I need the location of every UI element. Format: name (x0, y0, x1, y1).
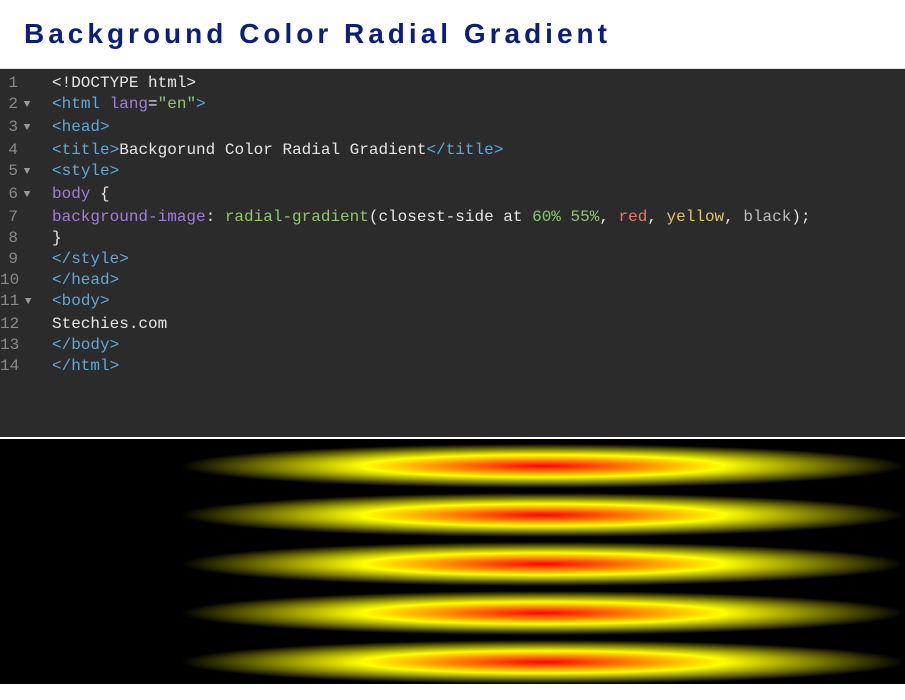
gradient-stripe (0, 488, 905, 537)
gradient-stripe (0, 537, 905, 586)
code-line: 4<title>Backgorund Color Radial Gradient… (0, 140, 905, 161)
code-content: <!DOCTYPE html> (40, 73, 196, 94)
fold-icon[interactable]: ▼ (22, 95, 32, 116)
code-editor: 1<!DOCTYPE html>2▼<html lang="en">3▼<hea… (0, 68, 905, 437)
line-number: 8 (0, 228, 40, 249)
line-number: 7 (0, 207, 40, 228)
code-content: <head> (40, 117, 110, 138)
fold-icon[interactable]: ▼ (22, 118, 32, 139)
code-content: } (40, 228, 62, 249)
gradient-stripe (0, 439, 905, 488)
line-number: 11▼ (0, 291, 40, 314)
code-line: 7background-image: radial-gradient(close… (0, 207, 905, 228)
code-line: 3▼<head> (0, 117, 905, 140)
line-number: 1 (0, 73, 40, 94)
code-line: 13</body> (0, 335, 905, 356)
code-line: 2▼<html lang="en"> (0, 94, 905, 117)
code-content: <body> (40, 291, 110, 312)
code-content: </style> (40, 249, 129, 270)
code-line: 11▼<body> (0, 291, 905, 314)
line-number: 14 (0, 356, 40, 377)
page-header: Background Color Radial Gradient (0, 0, 905, 68)
code-line: 8} (0, 228, 905, 249)
code-content: background-image: radial-gradient(closes… (40, 207, 811, 228)
code-line: 5▼<style> (0, 161, 905, 184)
line-number: 3▼ (0, 117, 40, 140)
fold-icon[interactable]: ▼ (22, 162, 32, 183)
fold-icon[interactable]: ▼ (22, 185, 32, 206)
code-line: 6▼body { (0, 184, 905, 207)
code-content: <style> (40, 161, 119, 182)
output-preview (0, 437, 905, 682)
code-content: <title>Backgorund Color Radial Gradient<… (40, 140, 503, 161)
gradient-stripe (0, 586, 905, 635)
code-line: 1<!DOCTYPE html> (0, 73, 905, 94)
fold-icon[interactable]: ▼ (23, 292, 33, 313)
code-content: </head> (40, 270, 119, 291)
line-number: 4 (0, 140, 40, 161)
code-line: 14</html> (0, 356, 905, 377)
code-line: 10</head> (0, 270, 905, 291)
line-number: 5▼ (0, 161, 40, 184)
line-number: 2▼ (0, 94, 40, 117)
line-number: 9 (0, 249, 40, 270)
code-content: </body> (40, 335, 119, 356)
line-number: 12 (0, 314, 40, 335)
code-content: body { (40, 184, 110, 205)
line-number: 13 (0, 335, 40, 356)
gradient-stripe (0, 635, 905, 684)
code-content: <html lang="en"> (40, 94, 206, 115)
line-number: 6▼ (0, 184, 40, 207)
code-line: 12Stechies.com (0, 314, 905, 335)
code-content: </html> (40, 356, 119, 377)
page-title: Background Color Radial Gradient (24, 18, 881, 50)
code-line: 9</style> (0, 249, 905, 270)
code-content: Stechies.com (40, 314, 167, 335)
line-number: 10 (0, 270, 40, 291)
